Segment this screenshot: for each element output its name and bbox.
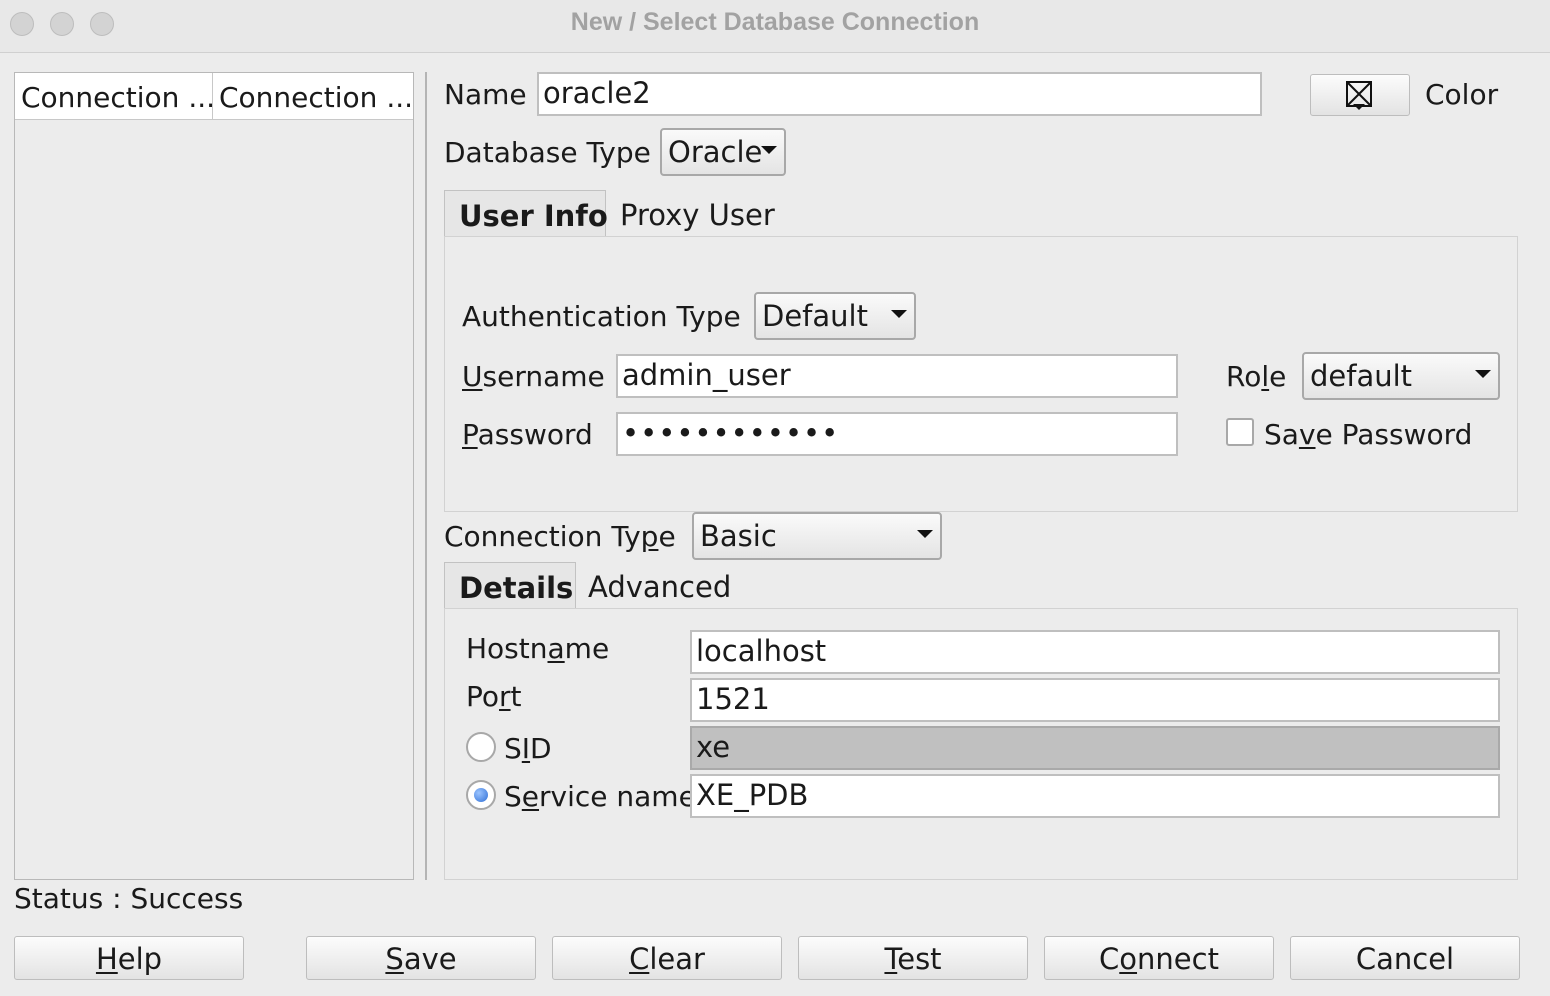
port-label: Port xyxy=(466,680,522,713)
connect-button[interactable]: Connect xyxy=(1044,936,1274,980)
connection-type-select[interactable]: Basic xyxy=(692,512,942,560)
help-button[interactable]: Help xyxy=(14,936,244,980)
color-label: Color xyxy=(1425,78,1499,111)
hostname-input[interactable]: localhost xyxy=(690,630,1500,674)
save-button[interactable]: Save xyxy=(306,936,536,980)
chevron-down-icon xyxy=(910,514,940,558)
column-header-connection-details[interactable]: Connection ... xyxy=(213,73,413,119)
chevron-down-icon xyxy=(1468,354,1498,398)
tab-proxy-user[interactable]: Proxy User xyxy=(606,190,789,238)
save-password-label[interactable]: Save Password xyxy=(1264,418,1472,451)
name-input[interactable]: oracle2 xyxy=(537,72,1262,116)
connection-type-label: Connection Type xyxy=(444,520,676,553)
role-select[interactable]: default xyxy=(1302,352,1500,400)
window-title: New / Select Database Connection xyxy=(570,8,980,36)
password-label: Password xyxy=(462,418,593,451)
username-input[interactable]: admin_user xyxy=(616,354,1178,398)
title-bar: New / Select Database Connection xyxy=(0,0,1550,53)
tab-advanced[interactable]: Advanced xyxy=(574,562,745,610)
role-value: default xyxy=(1310,359,1413,393)
connection-list-header: Connection ... Connection ... xyxy=(15,73,413,120)
authentication-type-select[interactable]: Default xyxy=(754,292,916,340)
authentication-type-label: Authentication Type xyxy=(462,300,741,333)
split-pane-divider[interactable] xyxy=(425,72,427,880)
tab-user-info[interactable]: User Info xyxy=(444,190,608,238)
database-type-label: Database Type xyxy=(444,136,651,169)
tab-details[interactable]: Details xyxy=(444,562,576,610)
sid-radio[interactable] xyxy=(466,732,496,762)
service-name-input[interactable]: XE_PDB xyxy=(690,774,1500,818)
service-name-radio[interactable] xyxy=(466,780,496,810)
password-input[interactable]: •••••••••••• xyxy=(616,412,1178,456)
color-picker-icon xyxy=(1346,81,1372,110)
port-input[interactable]: 1521 xyxy=(690,678,1500,722)
color-picker-button[interactable] xyxy=(1310,74,1410,116)
status-text: Status : Success xyxy=(14,882,244,915)
connection-list[interactable]: Connection ... Connection ... xyxy=(14,72,414,880)
name-label: Name xyxy=(444,78,527,111)
sid-label[interactable]: SID xyxy=(504,732,552,765)
sid-input[interactable]: xe xyxy=(690,726,1500,770)
save-password-checkbox[interactable] xyxy=(1226,418,1254,446)
service-name-label[interactable]: Service name xyxy=(504,780,696,813)
role-label: Role xyxy=(1226,360,1287,393)
authentication-type-value: Default xyxy=(762,299,868,333)
column-header-connection-name[interactable]: Connection ... xyxy=(15,73,213,119)
chevron-down-icon xyxy=(884,294,914,338)
username-label: Username xyxy=(462,360,605,393)
database-type-value: Oracle xyxy=(668,135,763,169)
cancel-button[interactable]: Cancel xyxy=(1290,936,1520,980)
hostname-label: Hostname xyxy=(466,632,610,665)
chevron-down-icon xyxy=(754,130,784,174)
database-type-select[interactable]: Oracle xyxy=(660,128,786,176)
test-button[interactable]: Test xyxy=(798,936,1028,980)
clear-button[interactable]: Clear xyxy=(552,936,782,980)
connection-type-value: Basic xyxy=(700,519,777,553)
